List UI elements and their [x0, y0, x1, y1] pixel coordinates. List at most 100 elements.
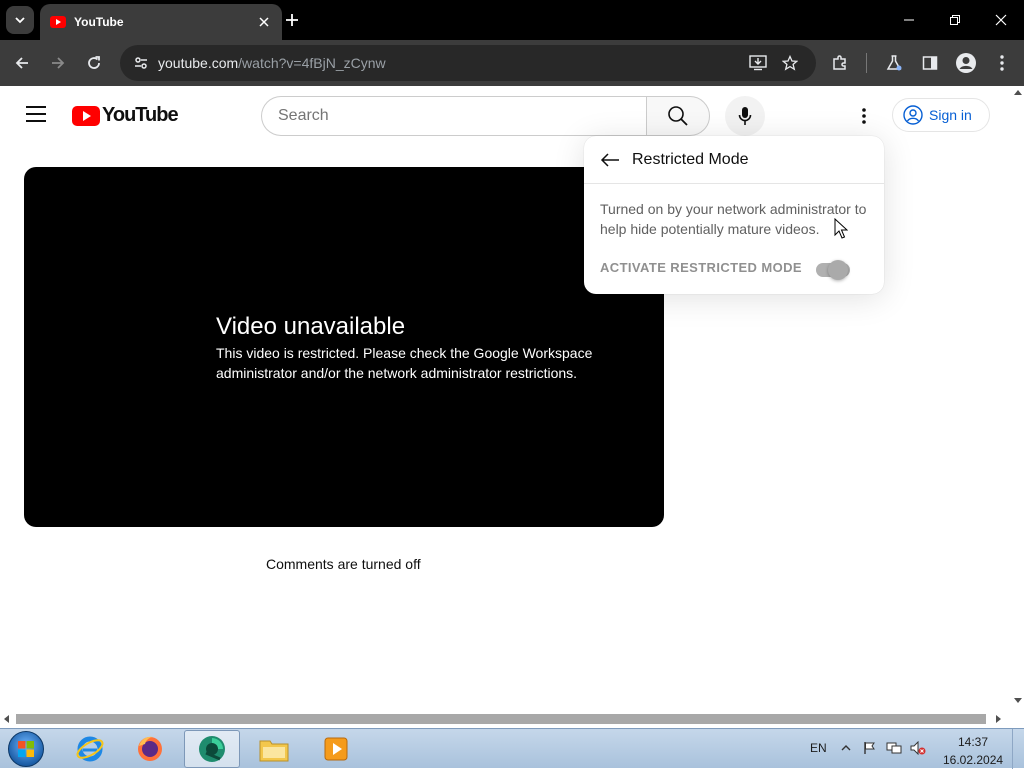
horizontal-scrollbar-thumb[interactable]	[16, 714, 986, 724]
language-indicator[interactable]: EN	[810, 741, 827, 755]
url-domain: youtube.com	[158, 55, 239, 71]
tab-search-button[interactable]	[6, 6, 34, 34]
toggle-knob	[828, 260, 848, 280]
scroll-down-arrow-icon[interactable]	[1014, 698, 1022, 703]
chevron-down-icon	[15, 17, 25, 24]
comments-status: Comments are turned off	[266, 556, 421, 572]
scroll-left-arrow-icon[interactable]	[4, 715, 9, 723]
popup-header: Restricted Mode	[584, 136, 884, 184]
close-icon	[259, 17, 269, 27]
site-settings-icon[interactable]	[130, 52, 152, 74]
extensions-button[interactable]	[826, 49, 854, 77]
reload-button[interactable]	[80, 49, 108, 77]
menu-icon-line	[26, 106, 46, 108]
tab-close-button[interactable]	[256, 14, 272, 30]
restore-window-button[interactable]	[932, 0, 978, 40]
restricted-mode-popup: Restricted Mode Turned on by your networ…	[584, 136, 884, 294]
more-vertical-icon	[862, 108, 866, 124]
back-button[interactable]	[8, 49, 36, 77]
browser-tab[interactable]: YouTube	[40, 4, 282, 40]
vertical-scrollbar[interactable]	[1012, 86, 1024, 712]
youtube-logo-text: YouTube	[102, 104, 179, 126]
arrow-left-icon	[600, 152, 619, 167]
bookmark-star-icon[interactable]	[778, 51, 802, 75]
taskbar-firefox[interactable]	[122, 730, 178, 768]
browser-menu-button[interactable]	[988, 49, 1016, 77]
browser-icon	[199, 736, 225, 762]
profile-button[interactable]	[952, 49, 980, 77]
youtube-play-icon	[72, 105, 100, 126]
voice-search-button[interactable]	[725, 96, 765, 136]
scroll-right-arrow-icon[interactable]	[996, 715, 1001, 723]
taskbar-browser-active[interactable]	[184, 730, 240, 768]
close-icon	[995, 14, 1007, 26]
arrow-left-icon	[15, 57, 28, 69]
action-center-flag-icon[interactable]	[862, 740, 878, 756]
new-tab-button[interactable]	[282, 10, 302, 30]
windows-logo-icon	[18, 741, 34, 757]
horizontal-scrollbar[interactable]	[0, 712, 1012, 726]
minimize-window-button[interactable]	[886, 0, 932, 40]
more-vertical-icon	[1000, 55, 1004, 71]
url-path: /watch?v=4fBjN_zCynw	[238, 55, 386, 71]
taskbar-media-player[interactable]	[308, 730, 364, 768]
show-hidden-icons-icon[interactable]	[838, 740, 854, 756]
guide-menu-button[interactable]	[24, 104, 48, 124]
video-unavailable-title: Video unavailable	[216, 313, 406, 340]
youtube-page: YouTube Sign in Video unavailable This v…	[0, 86, 1012, 712]
search-button[interactable]	[646, 96, 710, 136]
browser-toolbar: youtube.com/watch?v=4fBjN_zCynw	[0, 40, 1024, 86]
arrow-right-icon	[52, 57, 65, 69]
microphone-icon	[738, 107, 752, 125]
settings-menu-button[interactable]	[852, 102, 876, 130]
address-bar[interactable]: youtube.com/watch?v=4fBjN_zCynw	[120, 45, 816, 81]
internet-explorer-icon	[76, 736, 104, 762]
restricted-mode-toggle-label: ACTIVATE RESTRICTED MODE	[600, 260, 802, 275]
taskbar-file-explorer[interactable]	[246, 730, 302, 768]
toolbar-separator	[866, 53, 867, 73]
restricted-mode-toggle[interactable]	[814, 258, 854, 280]
account-circle-icon	[903, 105, 923, 125]
popup-title: Restricted Mode	[632, 150, 749, 168]
sign-in-button[interactable]: Sign in	[892, 98, 990, 132]
forward-button[interactable]	[44, 49, 72, 77]
media-player-icon	[324, 737, 348, 761]
flask-icon	[886, 55, 902, 71]
back-button[interactable]	[598, 148, 622, 172]
plus-icon	[286, 14, 298, 26]
labs-button[interactable]	[880, 49, 908, 77]
clock-date[interactable]: 16.02.2024	[943, 753, 1003, 767]
scroll-up-arrow-icon[interactable]	[1014, 90, 1022, 95]
minimize-icon	[904, 19, 914, 21]
profile-avatar-icon	[956, 53, 976, 73]
side-panel-icon	[922, 56, 938, 70]
install-app-icon[interactable]	[746, 51, 770, 75]
side-panel-button[interactable]	[916, 49, 944, 77]
youtube-logo[interactable]: YouTube	[72, 104, 179, 127]
show-desktop-button[interactable]	[1012, 729, 1024, 769]
search-input[interactable]	[278, 107, 647, 125]
url-text: youtube.com/watch?v=4fBjN_zCynw	[158, 55, 386, 71]
close-window-button[interactable]	[978, 0, 1024, 40]
mouse-cursor-icon	[834, 218, 848, 239]
restore-icon	[950, 15, 960, 25]
clock-time[interactable]: 14:37	[958, 735, 988, 749]
search-box[interactable]	[261, 96, 647, 136]
firefox-icon	[138, 736, 162, 761]
puzzle-icon	[833, 55, 846, 70]
menu-icon-line	[26, 113, 46, 115]
volume-muted-icon[interactable]	[910, 740, 926, 756]
menu-icon-line	[26, 120, 46, 122]
folder-icon	[259, 740, 289, 762]
sign-in-label: Sign in	[929, 107, 972, 123]
tab-title: YouTube	[74, 15, 124, 29]
search-icon	[668, 106, 688, 126]
reload-icon	[88, 56, 100, 69]
network-icon[interactable]	[886, 740, 902, 756]
windows-taskbar: EN 14:37 16.02.2024	[0, 728, 1024, 769]
browser-tab-strip: YouTube	[0, 0, 1024, 40]
taskbar-internet-explorer[interactable]	[62, 730, 118, 768]
video-player[interactable]: Video unavailable This video is restrict…	[24, 167, 664, 527]
video-unavailable-message: This video is restricted. Please check t…	[216, 345, 593, 381]
start-button[interactable]	[8, 731, 44, 767]
